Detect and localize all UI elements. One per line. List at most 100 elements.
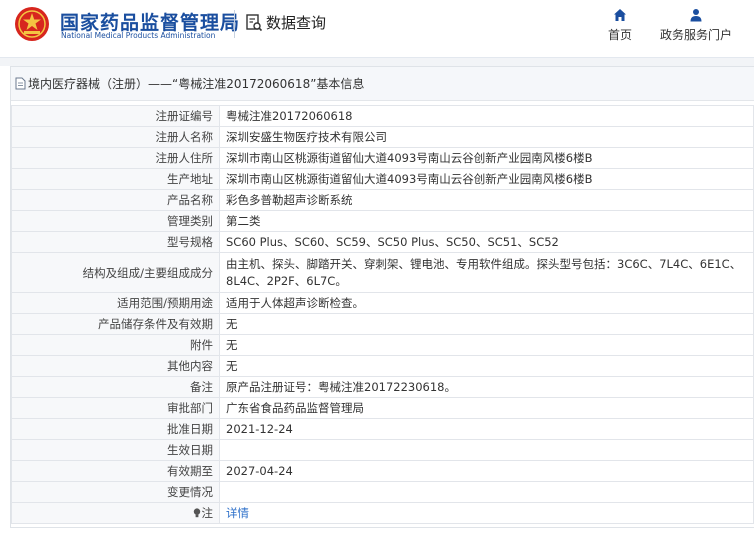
table-row: 注详情	[11, 502, 754, 524]
row-label-text: 结构及组成/主要组成成分	[82, 265, 213, 280]
table-row: 产品名称 彩色多普勒超声诊断系统	[11, 189, 754, 211]
nav-service-portal[interactable]: 政务服务门户	[660, 8, 732, 43]
row-label-text: 生效日期	[167, 443, 213, 457]
row-label: 生产地址	[11, 168, 220, 190]
row-label: 生效日期	[11, 439, 220, 461]
row-value-text: 无	[226, 358, 238, 373]
row-label: 注册人住所	[11, 147, 220, 169]
row-label: 其他内容	[11, 355, 220, 377]
row-label-text: 注册人住所	[155, 151, 214, 165]
panel-title: 境内医疗器械（注册）——“粤械注准20172060618”基本信息	[28, 77, 365, 91]
details-link[interactable]: 详情	[226, 506, 249, 520]
table-row: 结构及组成/主要组成成分 由主机、探头、脚踏开关、穿刺架、锂电池、专用软件组成。探…	[11, 252, 754, 293]
row-value: 无	[219, 313, 754, 335]
row-label-text: 适用范围/预期用途	[117, 296, 213, 310]
row-label-text: 附件	[190, 338, 213, 352]
table-row: 适用范围/预期用途 适用于人体超声诊断检查。	[11, 292, 754, 314]
row-value: 由主机、探头、脚踏开关、穿刺架、锂电池、专用软件组成。探头型号包括：3C6C、7…	[219, 252, 754, 293]
row-value: 适用于人体超声诊断检查。	[219, 292, 754, 314]
row-value-text: 适用于人体超声诊断检查。	[226, 295, 364, 310]
row-value: 深圳市南山区桃源街道留仙大道4093号南山云谷创新产业园南风楼6楼B	[219, 168, 754, 190]
row-value: 2021-12-24	[219, 418, 754, 440]
row-label: 批准日期	[11, 418, 220, 440]
data-query-link[interactable]: 数据查询	[246, 12, 326, 33]
row-label-text: 其他内容	[167, 359, 213, 373]
row-label: 备注	[11, 376, 220, 398]
home-icon	[614, 9, 626, 21]
row-value: 粤械注准20172060618	[219, 105, 754, 127]
row-value: 深圳安盛生物医疗技术有限公司	[219, 126, 754, 148]
row-label-text: 生产地址	[167, 172, 213, 186]
row-value-text: 粤械注准20172060618	[226, 108, 353, 123]
nav-home[interactable]: 首页	[608, 8, 632, 43]
info-table: 注册证编号 粤械注准20172060618 注册人名称 深圳安盛生物医疗技术有限公司注…	[11, 105, 754, 524]
database-search-icon	[246, 13, 262, 31]
row-label: 注册人名称	[11, 126, 220, 148]
row-label-text: 型号规格	[167, 235, 213, 249]
row-value	[219, 439, 754, 461]
row-label-text: 注册证编号	[155, 109, 214, 123]
row-label-text: 变更情况	[167, 485, 213, 499]
header-divider	[234, 10, 235, 38]
row-label-text: 审批部门	[167, 401, 213, 415]
table-row: 生效日期	[11, 439, 754, 461]
row-value: 原产品注册证号：粤械注准20172230618。	[219, 376, 754, 398]
user-icon	[690, 9, 702, 22]
row-value: 彩色多普勒超声诊断系统	[219, 189, 754, 211]
row-value: 2027-04-24	[219, 460, 754, 482]
table-row: 备注 原产品注册证号：粤械注准20172230618。	[11, 376, 754, 398]
row-label-text: 管理类别	[167, 214, 213, 228]
row-label: 产品名称	[11, 189, 220, 211]
row-value: 广东省食品药品监督管理局	[219, 397, 754, 419]
row-value-text: 2021-12-24	[226, 421, 293, 436]
row-value-text: 无	[226, 316, 238, 331]
nav-service-portal-label: 政务服务门户	[660, 28, 733, 42]
row-value-text: 由主机、探头、脚踏开关、穿刺架、锂电池、专用软件组成。探头型号包括：3C6C、7…	[226, 256, 742, 288]
emblem-logo	[15, 7, 49, 41]
panel-title-bar: 境内医疗器械（注册）——“粤械注准20172060618”基本信息	[11, 67, 754, 101]
table-row: 注册人住所 深圳市南山区桃源街道留仙大道4093号南山云谷创新产业园南风楼6楼B	[11, 147, 754, 169]
row-value: 详情	[219, 502, 754, 524]
row-value-text: 无	[226, 337, 238, 352]
row-label: 注册证编号	[11, 105, 220, 127]
data-query-label: 数据查询	[266, 14, 327, 32]
table-row: 变更情况	[11, 481, 754, 503]
row-value-text: 第二类	[226, 213, 261, 228]
row-label-text: 产品储存条件及有效期	[98, 317, 213, 331]
row-label: 适用范围/预期用途	[11, 292, 220, 314]
row-value	[219, 481, 754, 503]
row-value-text: 广东省食品药品监督管理局	[226, 400, 364, 415]
row-value: SC60 Plus、SC60、SC59、SC50 Plus、SC50、SC51、…	[219, 231, 754, 253]
detail-panel: 境内医疗器械（注册）——“粤械注准20172060618”基本信息 注册证编号粤…	[10, 66, 754, 528]
table-row: 生产地址 深圳市南山区桃源街道留仙大道4093号南山云谷创新产业园南风楼6楼B	[11, 168, 754, 190]
site-subtitle: National Medical Products Administration	[61, 31, 216, 40]
row-value: 第二类	[219, 210, 754, 232]
row-label: 注	[11, 502, 220, 524]
row-label: 型号规格	[11, 231, 220, 253]
row-label: 变更情况	[11, 481, 220, 503]
table-row: 注册人名称 深圳安盛生物医疗技术有限公司	[11, 126, 754, 148]
row-label: 附件	[11, 334, 220, 356]
table-row: 管理类别 第二类	[11, 210, 754, 232]
row-value-text: 深圳市南山区桃源街道留仙大道4093号南山云谷创新产业园南风楼6楼B	[226, 150, 593, 165]
table-row: 型号规格 SC60 Plus、SC60、SC59、SC50 Plus、SC50、S…	[11, 231, 754, 253]
row-label: 有效期至	[11, 460, 220, 482]
table-row: 附件无	[11, 334, 754, 356]
row-value: 无	[219, 334, 754, 356]
table-row: 有效期至 2027-04-24	[11, 460, 754, 482]
row-label: 审批部门	[11, 397, 220, 419]
nav-home-label: 首页	[608, 28, 633, 42]
table-row: 批准日期 2021-12-24	[11, 418, 754, 440]
row-value-text: 2027-04-24	[226, 463, 293, 478]
row-value: 无	[219, 355, 754, 377]
row-label-text: 批准日期	[167, 422, 213, 436]
page-band	[0, 58, 754, 66]
row-label-text: 注册人名称	[155, 130, 214, 144]
row-label: 管理类别	[11, 210, 220, 232]
row-value-text: SC60 Plus、SC60、SC59、SC50 Plus、SC50、SC51、…	[226, 234, 559, 249]
table-row: 审批部门 广东省食品药品监督管理局	[11, 397, 754, 419]
row-value-text: 深圳市南山区桃源街道留仙大道4093号南山云谷创新产业园南风楼6楼B	[226, 171, 593, 186]
table-row: 注册证编号 粤械注准20172060618	[11, 105, 754, 127]
row-label-text: 有效期至	[167, 464, 213, 478]
row-label-text: 产品名称	[167, 193, 213, 207]
